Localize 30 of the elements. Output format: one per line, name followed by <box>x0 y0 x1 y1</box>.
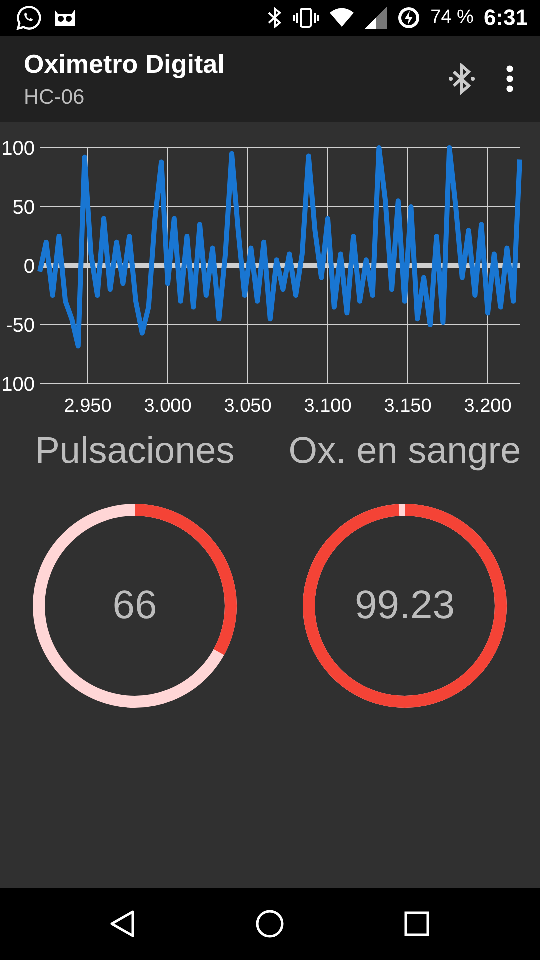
axis-label: 3.200 <box>464 396 512 417</box>
wifi-icon <box>328 7 355 29</box>
gauge-value: 99.23 <box>354 584 456 628</box>
bluetooth-icon <box>266 7 283 29</box>
back-button[interactable] <box>110 910 136 938</box>
app-title: Oximetro Digital <box>24 48 226 80</box>
axis-label: 0 <box>24 256 35 278</box>
more-icon <box>506 65 514 93</box>
axis-label: 3.050 <box>224 396 272 417</box>
axis-label: 3.100 <box>304 396 352 417</box>
home-button[interactable] <box>254 909 285 939</box>
axis-label: 100 <box>2 374 35 396</box>
device-name: HC-06 <box>24 86 86 110</box>
bluetooth-icon <box>448 63 476 95</box>
vibrate-icon <box>292 7 319 29</box>
axis-label: -50 <box>6 315 35 337</box>
axis-label: 2.950 <box>64 396 112 417</box>
recents-button[interactable] <box>404 911 430 937</box>
gauge-title: Pulsaciones <box>35 430 235 472</box>
axis-label: 50 <box>12 197 35 219</box>
chat-bubble-icon <box>16 5 42 31</box>
axis-label: 100 <box>2 138 35 160</box>
gauge-title: Ox. en sangre <box>288 430 522 472</box>
axis-label: 3.000 <box>144 396 192 417</box>
signal-icon <box>364 7 387 29</box>
gauge-value: 66 <box>112 584 158 628</box>
battery-charging-icon <box>396 6 421 30</box>
axis-label: 3.150 <box>384 396 432 417</box>
clock: 6:31 <box>484 5 528 31</box>
battery-percent: 74 % <box>430 7 474 29</box>
